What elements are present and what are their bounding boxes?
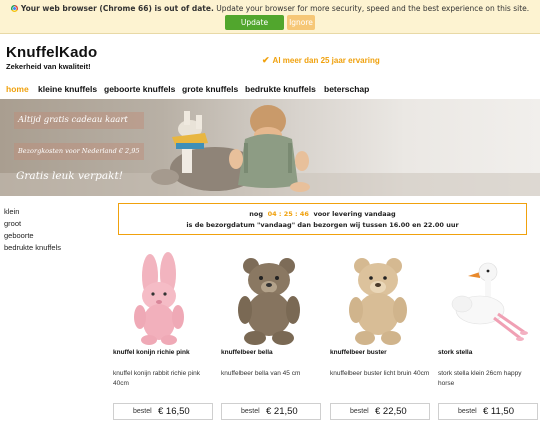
nav-beterschap[interactable]: beterschap	[324, 84, 369, 94]
product-price: € 16,50	[158, 406, 190, 417]
nav-grote-knuffels[interactable]: grote knuffels	[182, 84, 238, 94]
nav-home[interactable]: home	[6, 84, 29, 94]
product-name[interactable]: knuffel konijn richie pink	[113, 349, 213, 356]
site-logo[interactable]: KnuffelKado	[6, 44, 97, 61]
product-price: € 22,50	[375, 406, 407, 417]
product-price: € 21,50	[266, 406, 298, 417]
product-description: stork stella klein 26cm happy horse	[438, 370, 522, 387]
delivery-countdown: nog 04 : 25 : 46 voor levering vandaag i…	[118, 203, 527, 235]
hero-label-wrapping: Gratis leuk verpakt!	[16, 170, 123, 182]
order-label: bestel	[458, 408, 477, 415]
delivery-timer: 04 : 25 : 46	[267, 210, 309, 218]
delivery-line-2: is de bezorgdatum "vandaag" dan bezorgen…	[186, 221, 459, 229]
product-image-stork[interactable]	[438, 252, 538, 347]
update-message: Your web browser (Chrome 66) is out of d…	[0, 4, 540, 13]
product-name[interactable]: knuffelbeer buster	[330, 349, 430, 356]
usp-text: Al meer dan 25 jaar ervaring	[272, 56, 380, 65]
delivery-prefix: nog	[249, 210, 264, 218]
update-browser-button[interactable]: Update browser	[225, 15, 284, 42]
product-description: knuffel konijn rabbit richie pink 40cm	[113, 370, 200, 387]
uk-flag-icon[interactable]	[523, 55, 534, 62]
update-message-bold: Your web browser (Chrome 66) is out of d…	[20, 4, 214, 13]
product-card[interactable]: stork stella stork stella klein 26cm hap…	[438, 252, 538, 432]
product-image-bear-bella[interactable]	[221, 252, 321, 347]
ignore-button[interactable]: Ignore	[287, 15, 315, 30]
product-name[interactable]: knuffelbeer bella	[221, 349, 321, 356]
product-description: knuffelbeer bella van 45 cm	[221, 370, 301, 377]
product-card[interactable]: knuffel konijn richie pink knuffel konij…	[113, 252, 213, 432]
hero-banner: Altijd gratis cadeau kaart Bezorgkosten …	[0, 99, 540, 196]
chrome-icon	[10, 5, 18, 12]
sidebar-item-groot[interactable]: groot	[4, 218, 61, 230]
order-button[interactable]: bestel € 22,50	[330, 403, 430, 420]
hero-label-shipping: Bezorgkosten voor Nederland € 2,95	[14, 143, 144, 160]
product-image-rabbit[interactable]	[113, 252, 213, 347]
order-label: bestel	[350, 408, 369, 415]
order-button[interactable]: bestel € 16,50	[113, 403, 213, 420]
product-card[interactable]: knuffelbeer bella knuffelbeer bella van …	[221, 252, 321, 432]
checkmark-icon: ✔	[262, 55, 270, 65]
product-name[interactable]: stork stella	[438, 349, 538, 356]
nav-kleine-knuffels[interactable]: kleine knuffels	[38, 84, 97, 94]
nav-bedrukte-knuffels[interactable]: bedrukte knuffels	[245, 84, 316, 94]
nav-geboorte-knuffels[interactable]: geboorte knuffels	[104, 84, 175, 94]
hero-label-card: Altijd gratis cadeau kaart	[14, 112, 144, 129]
update-message-text: Update your browser for more security, s…	[213, 4, 530, 13]
main-nav: home kleine knuffels geboorte knuffels g…	[0, 84, 540, 99]
category-sidebar: klein groot geboorte bedrukte knuffels	[4, 206, 61, 254]
order-label: bestel	[133, 408, 152, 415]
product-price: € 11,50	[483, 406, 514, 417]
delivery-line-1: nog 04 : 25 : 46 voor levering vandaag	[119, 210, 526, 218]
product-image-bear-buster[interactable]	[330, 252, 430, 347]
usp-experience: ✔ Al meer dan 25 jaar ervaring	[262, 55, 380, 66]
sidebar-item-bedrukte-knuffels[interactable]: bedrukte knuffels	[4, 242, 61, 254]
order-label: bestel	[241, 408, 260, 415]
product-card[interactable]: knuffelbeer buster knuffelbeer buster li…	[330, 252, 430, 432]
browser-update-bar: Your web browser (Chrome 66) is out of d…	[0, 0, 540, 42]
sidebar-item-geboorte[interactable]: geboorte	[4, 230, 61, 242]
product-description: knuffelbeer buster licht bruin 40cm	[330, 370, 430, 377]
site-tagline: Zekerheid van kwaliteit!	[6, 62, 91, 71]
delivery-suffix: voor levering vandaag	[313, 210, 396, 218]
order-button[interactable]: bestel € 11,50	[438, 403, 538, 420]
sidebar-item-klein[interactable]: klein	[4, 206, 61, 218]
order-button[interactable]: bestel € 21,50	[221, 403, 321, 420]
